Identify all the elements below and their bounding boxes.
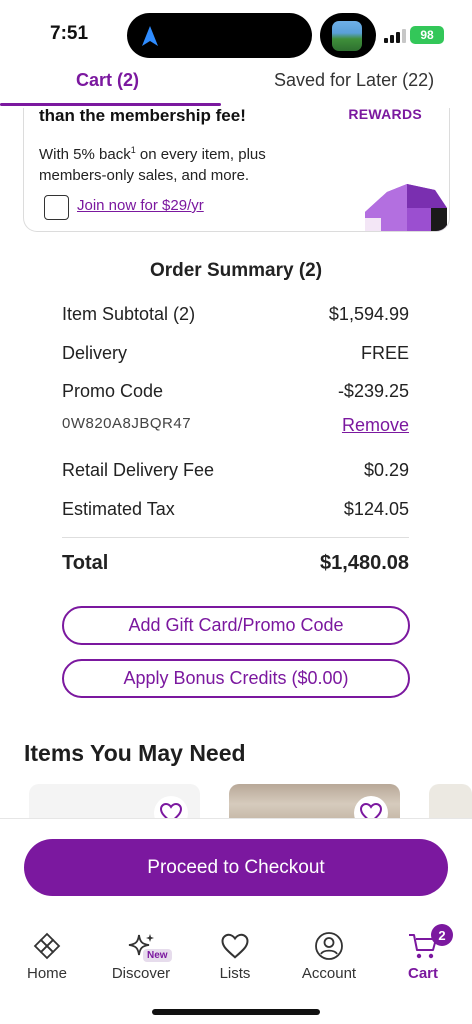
app-thumbnail [332,21,362,51]
tax-label: Estimated Tax [62,499,175,519]
remove-promo-link[interactable]: Remove [342,415,409,436]
add-gift-card-button[interactable]: Add Gift Card/Promo Code [62,606,410,645]
summary-row-total: Total $1,480.08 [62,552,409,575]
heart-icon [221,933,249,959]
proceed-to-checkout-button[interactable]: Proceed to Checkout [24,839,448,896]
bottom-panel: Proceed to Checkout Home New Discover Li… [0,818,472,1024]
retail-fee-label: Retail Delivery Fee [62,460,215,480]
promo-code-text: 0W820A8JBQR47 [62,415,192,432]
navigation-arrow-icon [142,26,158,46]
nav-lists[interactable]: Lists [195,929,275,982]
membership-card: than the membership fee! REWARDS With 5%… [23,108,450,232]
rewards-badge: REWARDS [348,108,422,122]
battery-indicator: 98 [410,26,444,44]
membership-body-pre: With 5% back [39,146,131,163]
membership-description: With 5% back1 on every item, plus member… [39,140,319,186]
delivery-value: FREE [360,343,409,363]
summary-row-delivery: Delivery FREE [62,343,409,364]
subtotal-label: Item Subtotal (2) [62,304,196,324]
membership-headline: than the membership fee! [39,108,246,125]
status-bar: 7:51 98 [0,0,472,66]
nav-discover-label: Discover [111,965,171,982]
summary-row-subtotal: Item Subtotal (2) $1,594.99 [62,304,409,325]
home-icon [33,932,61,960]
signal-icon [384,29,406,43]
cart-count-badge: 2 [431,924,453,946]
tab-saved-for-later[interactable]: Saved for Later (22) [274,70,434,91]
recommendations-title: Items You May Need [24,740,246,766]
summary-row-retail-fee: Retail Delivery Fee $0.29 [62,460,409,481]
nav-lists-label: Lists [219,965,251,982]
summary-row-promo: Promo Code -$239.25 [62,381,409,402]
tax-value: $124.05 [343,499,409,519]
cart-tabs: Cart (2) Saved for Later (22) [0,66,472,108]
summary-divider [62,537,409,538]
status-time: 7:51 [50,23,89,44]
delivery-label: Delivery [62,343,128,363]
tab-cart[interactable]: Cart (2) [76,70,139,91]
account-icon [315,932,343,960]
promo-label: Promo Code [62,381,164,401]
retail-fee-value: $0.29 [363,460,409,480]
promo-value: -$239.25 [337,381,409,401]
nav-home-label: Home [26,965,67,982]
new-badge: New [143,949,172,962]
rewards-gem-icon [365,184,447,231]
summary-row-promo-code: 0W820A8JBQR47 Remove [62,415,409,436]
apply-bonus-credits-button[interactable]: Apply Bonus Credits ($0.00) [62,659,410,698]
active-tab-indicator [0,103,221,106]
nav-account[interactable]: Account [289,929,369,982]
join-membership-link[interactable]: Join now for $29/yr [77,197,204,214]
nav-account-label: Account [301,965,357,982]
nav-discover[interactable]: New Discover [101,929,181,982]
nav-cart-label: Cart [407,965,438,982]
subtotal-value: $1,594.99 [328,304,409,324]
nav-cart[interactable]: 2 Cart [383,924,463,982]
total-label: Total [62,552,109,574]
membership-checkbox[interactable] [44,195,69,220]
total-value: $1,480.08 [320,552,409,574]
live-activity [320,13,376,58]
summary-row-tax: Estimated Tax $124.05 [62,499,409,520]
order-summary-title: Order Summary (2) [149,260,323,281]
dynamic-island [127,13,312,58]
home-indicator [152,1009,320,1015]
nav-home[interactable]: Home [7,929,87,982]
